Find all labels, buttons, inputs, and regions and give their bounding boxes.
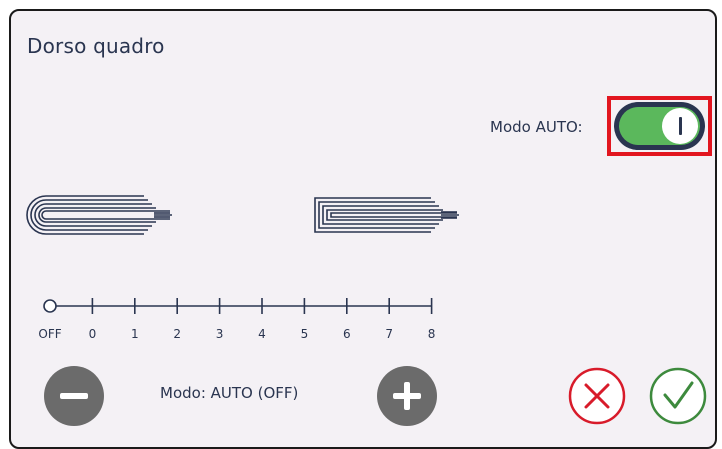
scale-tick-label: 3 — [216, 327, 224, 341]
book-square-spine-icon — [314, 197, 459, 233]
scale-tick-label: 1 — [131, 327, 139, 341]
scale-selected-marker — [43, 299, 57, 313]
scale-tick-label: 6 — [343, 327, 351, 341]
scale-tick-label: 8 — [428, 327, 436, 341]
mode-status-text: Modo: AUTO (OFF) — [160, 384, 299, 402]
decrease-button[interactable] — [44, 366, 104, 426]
scale-tick-label: 5 — [301, 327, 309, 341]
scale-tick-label: 2 — [173, 327, 181, 341]
check-icon — [649, 367, 707, 425]
increase-button[interactable] — [377, 366, 437, 426]
plus-icon — [393, 382, 421, 410]
x-icon — [568, 367, 626, 425]
confirm-button[interactable] — [648, 366, 708, 426]
scale-tick-label: 0 — [89, 327, 97, 341]
scale-tick-label: OFF — [38, 327, 61, 341]
dialog-title: Dorso quadro — [27, 34, 165, 58]
minus-icon — [60, 393, 88, 399]
book-round-spine-icon — [26, 195, 172, 235]
auto-mode-toggle[interactable] — [614, 102, 705, 150]
toggle-track — [619, 107, 700, 145]
level-scale[interactable]: OFF 0 1 2 3 4 5 6 7 8 — [36, 292, 446, 352]
toggle-knob — [662, 108, 698, 144]
auto-mode-label: Modo AUTO: — [490, 118, 583, 136]
cancel-button[interactable] — [567, 366, 627, 426]
toggle-on-indicator — [678, 117, 682, 135]
scale-tick-label: 4 — [258, 327, 266, 341]
scale-tick-label: 7 — [385, 327, 393, 341]
